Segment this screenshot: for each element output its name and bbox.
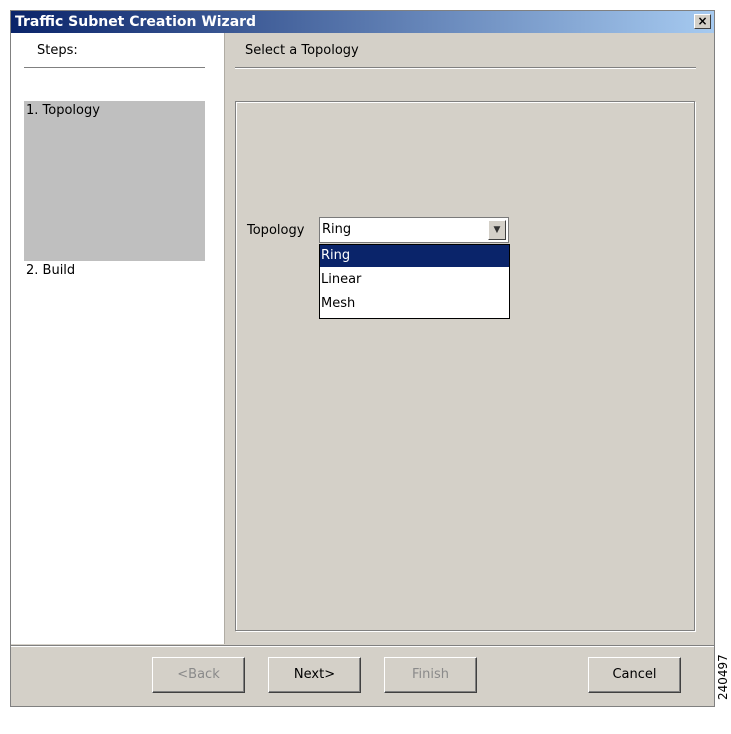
cancel-button[interactable]: Cancel (588, 657, 681, 693)
back-button[interactable]: <Back (152, 657, 245, 693)
step-topology: 1. Topology (24, 101, 205, 261)
window-title: Traffic Subnet Creation Wizard (15, 14, 257, 30)
page-title: Select a Topology (245, 43, 359, 58)
option-linear[interactable]: Linear (320, 269, 509, 291)
option-mesh[interactable]: Mesh (320, 293, 509, 315)
steps-pane: Steps: 1. Topology 2. Build (11, 33, 225, 644)
topology-select-value: Ring (322, 222, 352, 237)
topology-select[interactable]: Ring ▼ (319, 217, 509, 243)
close-icon: × (697, 14, 708, 28)
topology-dropdown-list: Ring Linear Mesh (319, 244, 510, 319)
button-bar-divider (11, 645, 714, 647)
wizard-dialog: Traffic Subnet Creation Wizard × Steps: … (10, 10, 715, 707)
dropdown-button[interactable]: ▼ (488, 220, 506, 240)
steps-header: Steps: (37, 43, 78, 58)
finish-button[interactable]: Finish (384, 657, 477, 693)
option-ring[interactable]: Ring (320, 245, 509, 267)
close-button[interactable]: × (694, 14, 711, 29)
steps-divider (24, 67, 205, 69)
step-build: 2. Build (26, 263, 76, 278)
chevron-down-icon: ▼ (493, 225, 501, 235)
title-bar[interactable]: Traffic Subnet Creation Wizard × (11, 11, 714, 33)
next-button[interactable]: Next> (268, 657, 361, 693)
topology-label: Topology (247, 223, 305, 238)
topology-group-box (235, 101, 695, 631)
figure-number: 240497 (716, 654, 730, 700)
title-divider (235, 67, 696, 69)
